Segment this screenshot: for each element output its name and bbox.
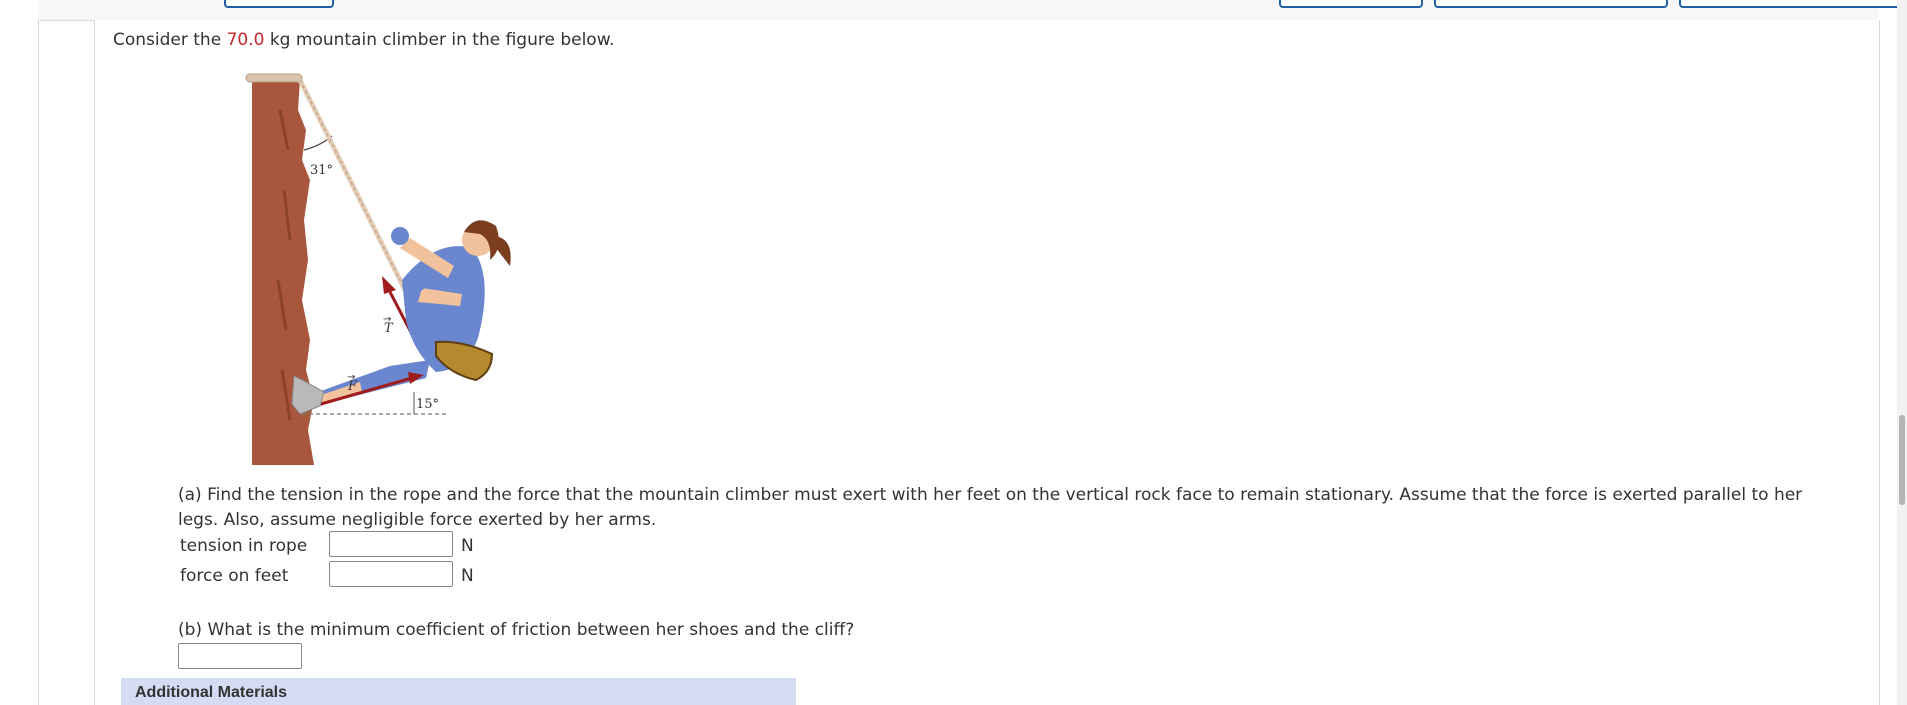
tension-vector-arrow-icon: → [383, 314, 391, 325]
toolbar-button-2[interactable] [1279, 0, 1423, 8]
vertical-scrollbar[interactable] [1897, 0, 1907, 705]
additional-materials-header[interactable]: Additional Materials [121, 678, 796, 705]
left-gutter [38, 0, 39, 705]
leg-angle-label: 15° [416, 397, 439, 412]
tension-label: tension in rope [180, 536, 308, 556]
force-input[interactable] [329, 561, 453, 587]
tension-input[interactable] [329, 531, 453, 557]
tension-arrowhead [382, 276, 396, 294]
glove-upper-icon [391, 227, 409, 245]
part-b-question: (b) What is the minimum coefficient of f… [178, 620, 855, 640]
part-a-question: (a) Find the tension in the rope and the… [178, 485, 1803, 530]
force-unit: N [461, 566, 474, 586]
force-vector-arrow-icon: → [347, 372, 355, 383]
toolbar-button-3[interactable] [1434, 0, 1668, 8]
harness-icon [435, 340, 494, 382]
toolbar-button-4[interactable] [1679, 0, 1905, 8]
toolbar-button-1[interactable] [224, 0, 334, 8]
top-toolbar [38, 0, 1905, 21]
force-label: force on feet [180, 566, 289, 586]
glove-lower-icon [409, 273, 427, 291]
rope-angle-label: 31° [310, 163, 333, 178]
intro-text-before: Consider the [113, 30, 227, 50]
scrollbar-thumb[interactable] [1899, 415, 1905, 505]
tension-unit: N [461, 536, 474, 556]
friction-coefficient-input[interactable] [178, 643, 302, 669]
intro-text-after: kg mountain climber in the figure below. [264, 30, 615, 50]
rope-anchor [245, 73, 303, 83]
problem-intro: Consider the 70.0 kg mountain climber in… [113, 30, 614, 50]
additional-materials-label: Additional Materials [135, 684, 288, 701]
mass-value: 70.0 [226, 30, 265, 50]
climber-figure: 31° T → F → 15° [245, 73, 511, 465]
